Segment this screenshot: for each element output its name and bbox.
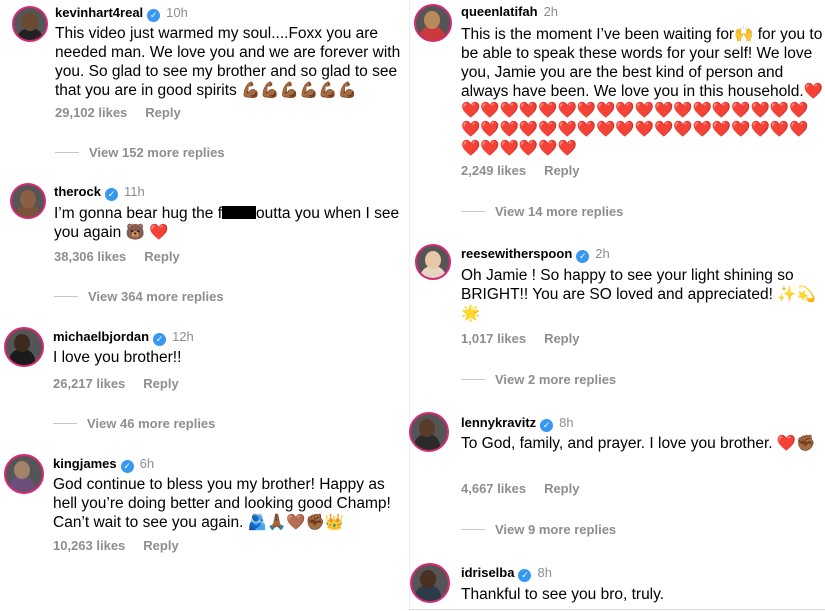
comment-text: I’m gonna bear hug the f outta you when I…	[54, 205, 400, 241]
comment-header: michaelbjordan ✓ 12h	[53, 329, 194, 346]
divider-line	[54, 296, 78, 297]
comment-meta: 38,306 likes Reply	[54, 249, 180, 264]
divider-line	[53, 423, 77, 424]
comment-text: This is the moment I’ve been waiting for…	[461, 26, 823, 157]
likes-count[interactable]: 4,667 likes	[461, 481, 526, 496]
view-more-replies-button[interactable]: View 2 more replies	[461, 372, 616, 387]
divider-line	[461, 529, 485, 530]
username[interactable]: reesewitherspoon	[461, 246, 572, 261]
reply-button[interactable]: Reply	[145, 105, 180, 120]
avatar[interactable]	[4, 327, 44, 367]
verified-badge-icon: ✓	[104, 188, 118, 201]
view-more-replies-button[interactable]: View 46 more replies	[53, 416, 215, 431]
likes-count[interactable]: 10,263 likes	[53, 538, 125, 553]
comment-header: therock ✓ 11h	[54, 184, 145, 201]
comment-meta: 26,217 likes Reply	[53, 376, 179, 391]
reply-button[interactable]: Reply	[144, 249, 179, 264]
avatar[interactable]	[4, 454, 44, 494]
reply-button[interactable]: Reply	[143, 538, 178, 553]
right-comments-column: queenlatifah 2h This is the moment I’ve b…	[409, 0, 825, 611]
timestamp: 2h	[543, 4, 559, 19]
username[interactable]: therock	[54, 184, 101, 199]
comment-meta: 1,017 likes Reply	[461, 331, 579, 346]
reply-button[interactable]: Reply	[143, 376, 178, 391]
view-more-replies-button[interactable]: View 152 more replies	[55, 145, 225, 160]
timestamp: 2h	[595, 246, 610, 261]
timestamp: 12h	[172, 329, 194, 344]
likes-count[interactable]: 38,306 likes	[54, 249, 126, 264]
reply-button[interactable]: Reply	[544, 163, 579, 178]
view-more-replies-button[interactable]: View 9 more replies	[461, 522, 616, 537]
comment-text: Thankful to see you bro, truly.	[461, 586, 665, 603]
left-comments-column: kevinhart4real ✓ 10h This video just warme…	[0, 0, 409, 611]
reply-button[interactable]: Reply	[544, 481, 579, 496]
comment-header: reesewitherspoon ✓ 2h	[461, 246, 610, 263]
verified-badge-icon: ✓	[120, 460, 134, 473]
avatar[interactable]	[410, 563, 450, 603]
comment-header: queenlatifah 2h	[461, 4, 558, 19]
verified-badge-icon: ✓	[153, 333, 167, 346]
comment-text: Oh Jamie ! So happy to see your light sh…	[461, 267, 816, 322]
avatar[interactable]	[409, 412, 449, 452]
comment-meta: 29,102 likes Reply	[55, 105, 181, 120]
likes-count[interactable]: 2,249 likes	[461, 163, 526, 178]
comment-text: This video just warmed my soul....Foxx y…	[55, 25, 401, 99]
comment-header: kevinhart4real ✓ 10h	[55, 5, 188, 22]
comment-text: God continue to bless you my brother! Ha…	[53, 476, 391, 531]
avatar[interactable]	[12, 6, 48, 42]
username[interactable]: michaelbjordan	[53, 329, 149, 344]
comment-meta: 10,263 likes Reply	[53, 538, 179, 553]
comment-header: kingjames ✓ 6h	[53, 456, 154, 473]
username[interactable]: idriselba	[461, 565, 514, 580]
comment-meta: 2,249 likes Reply	[461, 163, 579, 178]
comment-text: I love you brother!!	[53, 349, 182, 366]
divider-line	[461, 379, 485, 380]
verified-badge-icon: ✓	[576, 250, 590, 263]
view-more-replies-button[interactable]: View 364 more replies	[54, 289, 224, 304]
divider-line	[461, 211, 485, 212]
verified-badge-icon: ✓	[540, 419, 554, 432]
avatar[interactable]	[10, 183, 46, 219]
avatar[interactable]	[415, 244, 451, 280]
comment-text: To God, family, and prayer. I love you b…	[461, 435, 816, 452]
likes-count[interactable]: 1,017 likes	[461, 331, 526, 346]
redaction-bar	[222, 206, 257, 219]
divider-line	[55, 152, 79, 153]
likes-count[interactable]: 26,217 likes	[53, 376, 125, 391]
timestamp: 8h	[537, 565, 552, 580]
username[interactable]: kingjames	[53, 456, 117, 471]
timestamp: 8h	[559, 415, 574, 430]
timestamp: 10h	[166, 5, 188, 20]
timestamp: 6h	[139, 456, 155, 471]
divider-line	[409, 609, 825, 610]
verified-badge-icon: ✓	[518, 569, 532, 582]
comment-header: lennykravitz ✓ 8h	[461, 415, 574, 432]
username[interactable]: queenlatifah	[461, 4, 538, 19]
verified-badge-icon: ✓	[147, 9, 161, 22]
timestamp: 11h	[123, 184, 145, 199]
username[interactable]: kevinhart4real	[55, 5, 143, 20]
comment-header: idriselba ✓ 8h	[461, 565, 552, 582]
username[interactable]: lennykravitz	[461, 415, 536, 430]
likes-count[interactable]: 29,102 likes	[55, 105, 127, 120]
comment-meta: 4,667 likes Reply	[461, 481, 579, 496]
reply-button[interactable]: Reply	[544, 331, 579, 346]
view-more-replies-button[interactable]: View 14 more replies	[461, 204, 623, 219]
avatar[interactable]	[414, 4, 452, 42]
